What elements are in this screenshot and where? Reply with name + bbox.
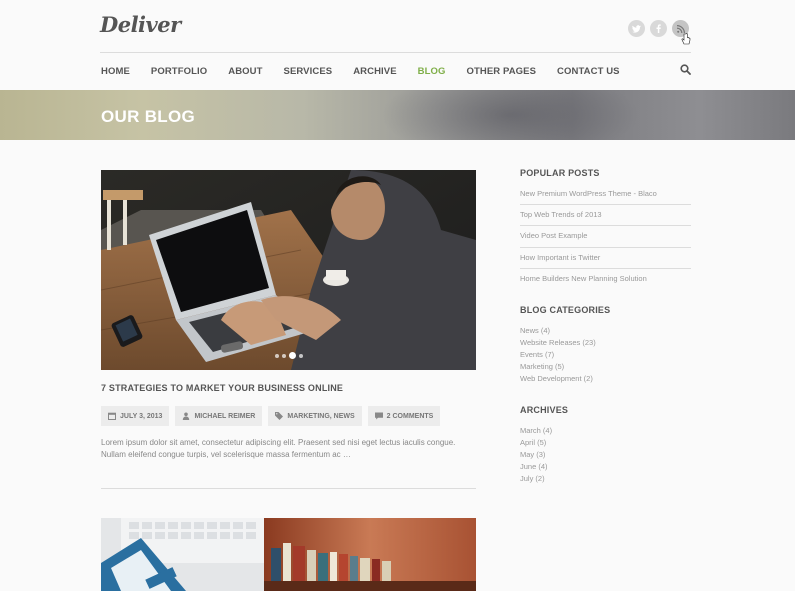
archive-link[interactable]: June (4)	[520, 462, 691, 474]
archives-list: March (4) April (5) May (3) June (4) Jul…	[520, 426, 691, 486]
popular-posts-heading: POPULAR POSTS	[520, 168, 600, 178]
nav-archive[interactable]: ARCHIVE	[353, 66, 396, 77]
nav-blog[interactable]: BLOG	[418, 66, 446, 77]
category-link[interactable]: News (4)	[520, 326, 691, 338]
archives-heading: ARCHIVES	[520, 405, 569, 415]
post-date[interactable]: JULY 3, 2013	[101, 406, 170, 426]
user-icon	[183, 412, 190, 420]
main-nav: HOME PORTFOLIO ABOUT SERVICES ARCHIVE BL…	[101, 66, 641, 77]
popular-posts-list: New Premium WordPress Theme - Blaco Top …	[520, 183, 691, 289]
page-title: OUR BLOG	[101, 107, 196, 126]
popular-post-link[interactable]: Home Builders New Planning Solution	[520, 267, 691, 289]
hand-cursor-icon	[681, 33, 691, 45]
header-divider	[100, 52, 691, 53]
nav-contact-us[interactable]: CONTACT US	[557, 66, 620, 77]
post-categories[interactable]: MARKETING, NEWS	[268, 406, 362, 426]
slider-dot-active[interactable]	[289, 352, 296, 359]
post-featured-image[interactable]	[101, 170, 476, 370]
post-comments[interactable]: 2 COMMENTS	[367, 406, 441, 426]
post-title[interactable]: 7 STRATEGIES TO MARKET YOUR BUSINESS ONL…	[101, 383, 343, 393]
comment-icon	[374, 412, 383, 420]
tag-icon	[275, 412, 284, 420]
slider-dot[interactable]	[275, 353, 279, 358]
category-link[interactable]: Website Releases (23)	[520, 338, 691, 350]
nav-services[interactable]: SERVICES	[284, 66, 333, 77]
nav-home[interactable]: HOME	[101, 66, 130, 77]
blog-categories-list: News (4) Website Releases (23) Events (7…	[520, 326, 691, 386]
calendar-icon	[108, 412, 116, 420]
popular-post-link[interactable]: Top Web Trends of 2013	[520, 204, 691, 225]
slider-dot[interactable]	[299, 353, 303, 358]
site-logo[interactable]: Deliver	[100, 12, 181, 37]
popular-post-link[interactable]: New Premium WordPress Theme - Blaco	[520, 183, 691, 204]
archive-link[interactable]: May (3)	[520, 450, 691, 462]
post-author[interactable]: MICHAEL REIMER	[175, 406, 263, 426]
popular-post-link[interactable]: Video Post Example	[520, 225, 691, 246]
post-excerpt: Lorem ipsum dolor sit amet, consectetur …	[101, 438, 456, 459]
social-links	[628, 20, 689, 37]
category-link[interactable]: Marketing (5)	[520, 362, 691, 374]
post-divider	[101, 488, 476, 489]
popular-post-link[interactable]: How Important is Twitter	[520, 246, 691, 268]
nav-about[interactable]: ABOUT	[228, 66, 262, 77]
search-icon[interactable]	[680, 64, 691, 75]
twitter-icon[interactable]	[628, 20, 645, 37]
post-featured-image[interactable]	[101, 518, 476, 591]
archive-link[interactable]: March (4)	[520, 426, 691, 438]
slider-pagination	[275, 352, 303, 359]
post-meta: JULY 3, 2013 MICHAEL REIMER MARKETING, N…	[101, 406, 441, 426]
facebook-icon[interactable]	[650, 20, 667, 37]
blog-categories-heading: BLOG CATEGORIES	[520, 305, 611, 315]
archive-link[interactable]: July (2)	[520, 474, 691, 486]
nav-portfolio[interactable]: PORTFOLIO	[151, 66, 207, 77]
archive-link[interactable]: April (5)	[520, 438, 691, 450]
category-link[interactable]: Events (7)	[520, 350, 691, 362]
category-link[interactable]: Web Development (2)	[520, 374, 691, 386]
slider-dot[interactable]	[282, 353, 286, 358]
nav-other-pages[interactable]: OTHER PAGES	[467, 66, 537, 77]
